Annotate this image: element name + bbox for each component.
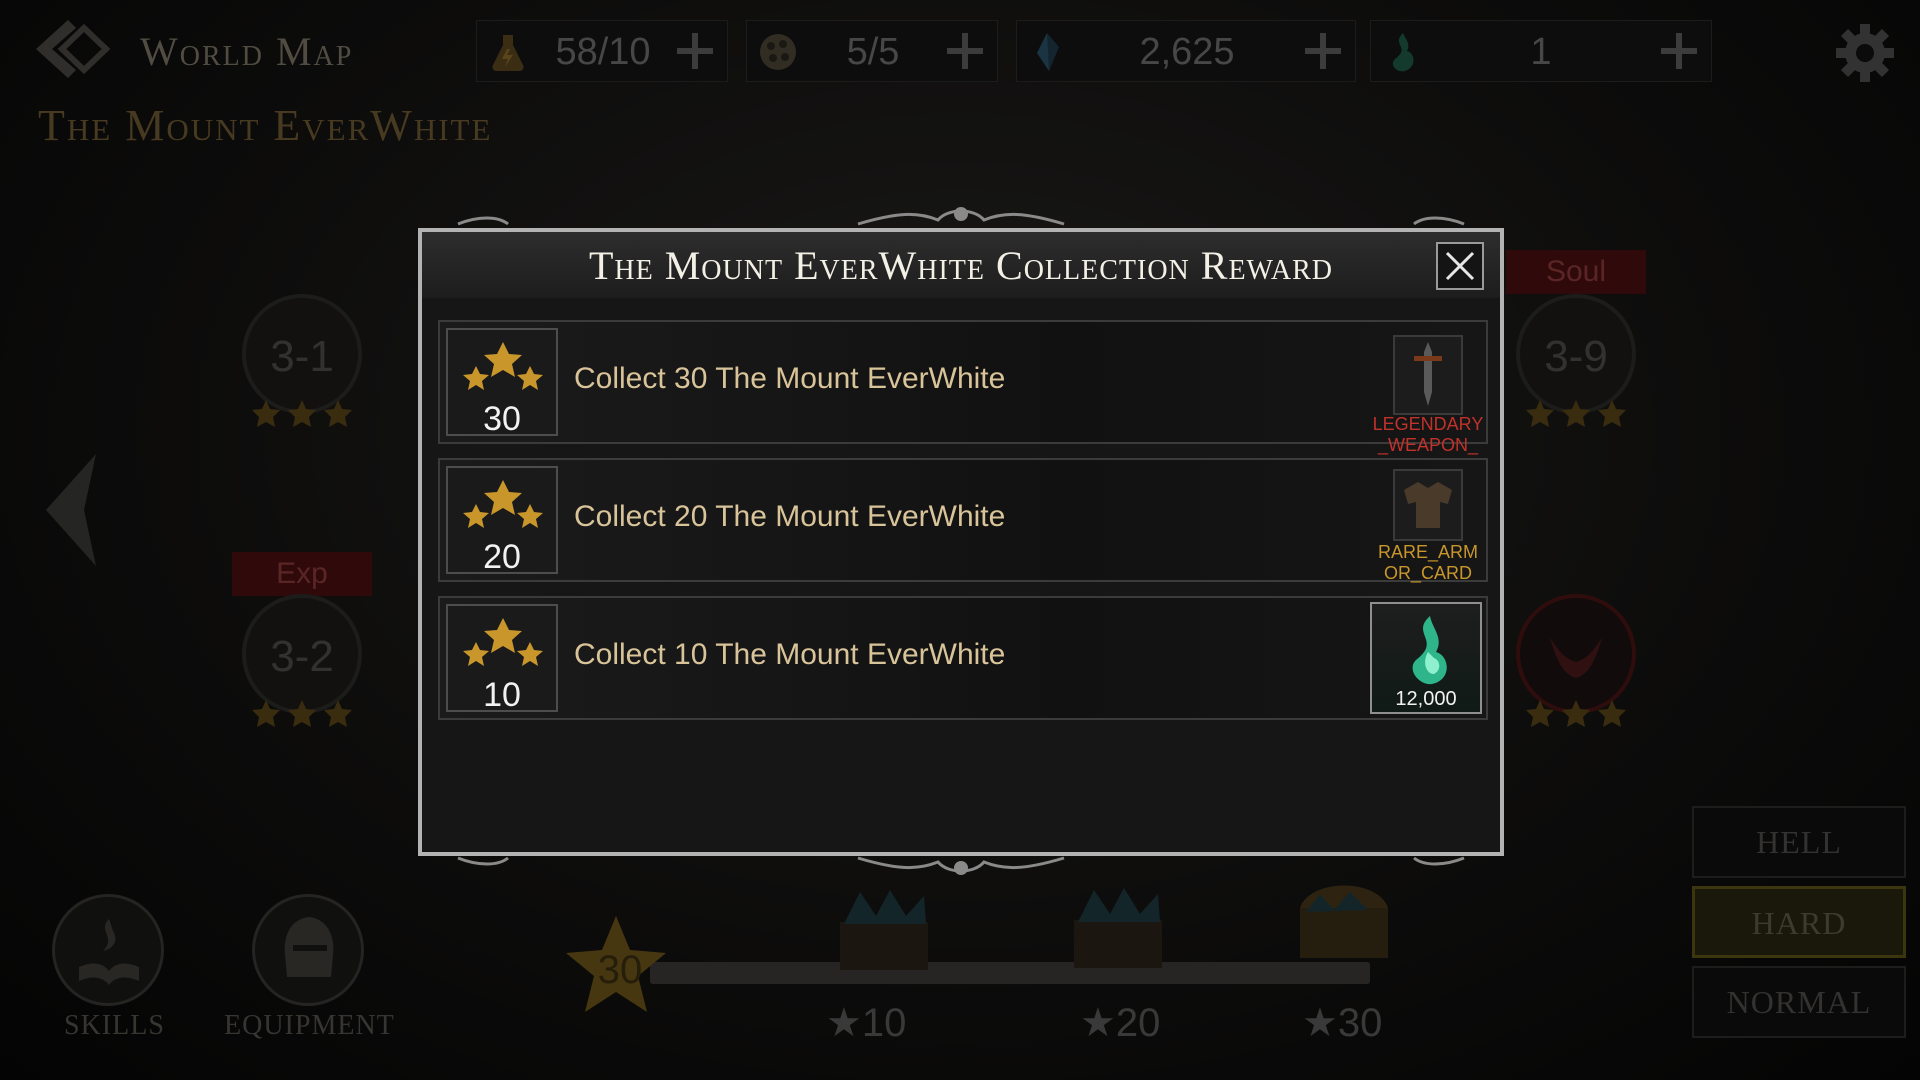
reward-description: Collect 10 The Mount EverWhite [574,638,1006,671]
reward-description: Collect 30 The Mount EverWhite [574,362,1006,395]
modal-title: The Mount EverWhite Collection Reward [588,243,1333,288]
reward-row-30[interactable]: 30 Collect 30 The Mount EverWhite LEGEND… [438,320,1488,476]
three-stars-icon [463,480,543,528]
star-count-badge: 20 [446,466,558,576]
three-stars-icon [463,618,543,666]
sword-card-icon [1393,335,1463,415]
reward-description: Collect 20 The Mount EverWhite [574,500,1006,533]
star-count: 20 [483,538,521,576]
star-count-badge: 10 [446,604,558,714]
modal-bottom-ornament [457,856,1465,875]
modal-top-ornament [457,207,1465,226]
reward-label: RARE_ARMOR_CARD [1377,542,1479,583]
armor-card-icon [1393,469,1463,541]
reward-row-10[interactable]: 10 Collect 10 The Mount EverWhite 12,000 [438,596,1488,720]
reward-quantity: 12,000 [1395,688,1457,710]
star-count: 10 [483,676,521,714]
modal-header: The Mount EverWhite Collection Reward [422,232,1500,298]
soul-reward[interactable]: 12,000 [1370,602,1482,714]
close-button[interactable] [1436,242,1484,290]
green-soul-flame-icon [1412,616,1447,685]
three-stars-icon [463,342,543,390]
close-icon [1445,251,1475,281]
collection-reward-modal: The Mount EverWhite Collection Reward 30… [418,228,1504,856]
reward-row-20[interactable]: 20 Collect 20 The Mount EverWhite RARE_A… [438,458,1488,583]
star-count: 30 [483,400,521,438]
star-count-badge: 30 [446,328,558,438]
